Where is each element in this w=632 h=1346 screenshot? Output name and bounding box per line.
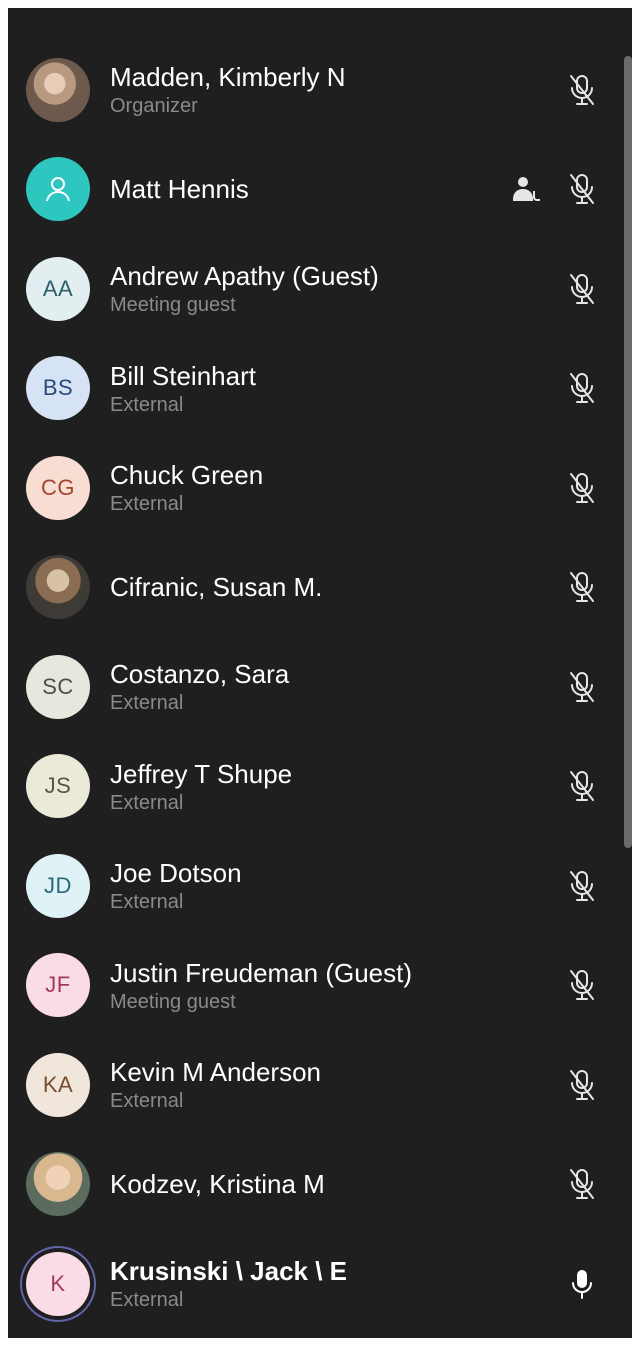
participant-row[interactable]: KA Kevin M Anderson External (8, 1035, 618, 1135)
avatar: JS (26, 754, 90, 819)
mic-off-icon[interactable] (568, 73, 596, 107)
participant-row[interactable]: Cifranic, Susan M. (8, 538, 618, 638)
mic-off-icon[interactable] (568, 968, 596, 1002)
participant-row[interactable]: Kodzev, Kristina M (8, 1135, 618, 1235)
mic-off-icon[interactable] (568, 769, 596, 803)
avatar: JD (26, 853, 90, 918)
avatar: KA (26, 1052, 90, 1117)
participant-row[interactable]: Matt Hennis (8, 140, 618, 240)
mic-off-icon[interactable] (568, 371, 596, 405)
participant-name: Kevin M Anderson (110, 1057, 322, 1088)
presenter-icon (513, 177, 540, 202)
participant-row[interactable]: JS Jeffrey T Shupe External (8, 737, 618, 837)
participant-row[interactable]: K Krusinski \ Jack \ E External (8, 1234, 618, 1334)
participant-role: External (110, 493, 184, 516)
participant-name: Bill Steinhart (110, 360, 256, 391)
participants-panel: Madden, Kimberly N Organizer Matt Hennis… (8, 8, 632, 1338)
avatar (26, 1152, 90, 1217)
mic-off-icon[interactable] (568, 1068, 596, 1102)
mic-off-icon[interactable] (568, 670, 596, 704)
participant-list: Madden, Kimberly N Organizer Matt Hennis… (8, 40, 618, 1334)
participant-name: Krusinski \ Jack \ E (110, 1256, 348, 1287)
avatar: SC (26, 654, 90, 719)
mic-off-icon[interactable] (568, 869, 596, 903)
participant-row[interactable]: BS Bill Steinhart External (8, 339, 618, 439)
avatar (26, 555, 90, 620)
participant-role: External (110, 791, 184, 814)
participant-name: Joe Dotson (110, 858, 242, 889)
participant-role: Meeting guest (110, 990, 236, 1013)
participant-role: Organizer (110, 95, 198, 118)
participant-row[interactable]: SC Costanzo, Sara External (8, 637, 618, 737)
participant-row[interactable]: JD Joe Dotson External (8, 836, 618, 936)
avatar: JF (26, 953, 90, 1018)
avatar: AA (26, 256, 90, 321)
participant-row[interactable]: AA Andrew Apathy (Guest) Meeting guest (8, 239, 618, 339)
participant-role: External (110, 891, 184, 914)
scrollbar[interactable] (624, 56, 632, 848)
participant-name: Costanzo, Sara (110, 659, 290, 690)
avatar: CG (26, 455, 90, 520)
mic-off-icon[interactable] (568, 1167, 596, 1201)
participant-row[interactable]: CG Chuck Green External (8, 438, 618, 538)
participant-name: Cifranic, Susan M. (110, 572, 323, 603)
avatar (26, 157, 90, 222)
avatar: BS (26, 356, 90, 421)
avatar: K (26, 1251, 90, 1316)
mic-off-icon[interactable] (568, 272, 596, 306)
participant-name: Chuck Green (110, 460, 264, 491)
participant-name: Madden, Kimberly N (110, 62, 346, 93)
participant-role: External (110, 1090, 184, 1113)
participant-name: Kodzev, Kristina M (110, 1169, 325, 1200)
mic-off-icon[interactable] (568, 570, 596, 604)
participant-role: External (110, 692, 184, 715)
avatar (26, 57, 90, 122)
participant-name: Andrew Apathy (Guest) (110, 261, 379, 292)
participant-name: Matt Hennis (110, 174, 249, 205)
default-person-icon (46, 177, 70, 202)
mic-off-icon[interactable] (568, 471, 596, 505)
participant-role: External (110, 393, 184, 416)
participant-name: Jeffrey T Shupe (110, 758, 293, 789)
participant-row[interactable]: Madden, Kimberly N Organizer (8, 40, 618, 140)
participant-name: Justin Freudeman (Guest) (110, 957, 413, 988)
mic-off-icon[interactable] (568, 172, 596, 206)
participant-role: Meeting guest (110, 294, 236, 317)
participant-row[interactable]: JF Justin Freudeman (Guest) Meeting gues… (8, 936, 618, 1036)
mic-on-icon[interactable] (568, 1267, 596, 1301)
participant-role: External (110, 1289, 184, 1312)
